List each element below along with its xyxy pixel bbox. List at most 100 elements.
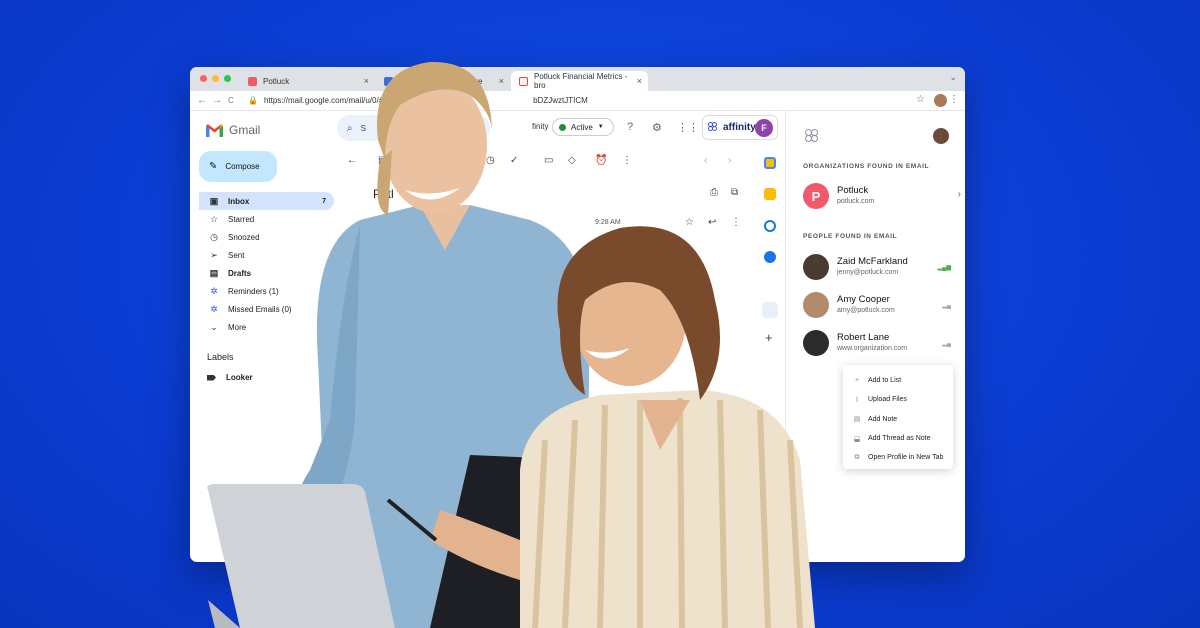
person-row[interactable]: Amy Cooper amy@potluck.com ▂▄ <box>803 292 953 318</box>
minimize-window-button[interactable] <box>212 75 219 82</box>
menu-item-open-profile[interactable]: ⧉ Open Profile in New Tab <box>843 448 953 467</box>
nav-item-snoozed[interactable]: ◷ Snoozed <box>199 228 334 246</box>
person-row[interactable]: Zaid McFarkland jenny@potluck.com ▂▄▆ <box>803 254 953 280</box>
tasks-icon[interactable] <box>764 220 776 232</box>
more-icon[interactable]: ⋮ <box>622 155 632 166</box>
menu-item-add-to-list[interactable]: + Add to List <box>843 371 953 390</box>
chevron-right-icon[interactable]: › <box>958 189 961 200</box>
add-task-icon[interactable]: ✓ <box>510 155 518 166</box>
panel-user-avatar[interactable] <box>933 128 949 144</box>
tab-potluck-financial-metrics[interactable]: Potluck Financial Metrics - bro × <box>511 71 648 91</box>
affinity-icon: ✲ <box>210 285 218 296</box>
label-looker[interactable]: Looker <box>207 373 253 382</box>
paperclip-icon: ⌇ <box>855 396 859 404</box>
menu-label: Add Note <box>868 415 898 423</box>
archive-icon[interactable]: ▤ <box>378 155 387 166</box>
search-icon: ⌕ <box>347 122 353 134</box>
tab-linkedin[interactable]: | Linke × <box>376 71 510 91</box>
status-dropdown[interactable]: Active ▼ <box>552 118 614 136</box>
nav-item-more[interactable]: ⌄ More <box>199 318 334 336</box>
email-body-text: $7,500 ACV <box>373 455 414 464</box>
tab-potluck[interactable]: Potluck × <box>240 71 375 91</box>
email-time: 9:28 AM <box>595 219 621 226</box>
affinity-sidebar-icon[interactable] <box>762 302 778 318</box>
tab-label: Potluck <box>263 76 290 86</box>
gmail-nav: ▣ Inbox 7 ☆ Starred ◷ Snoozed ➢ Sent ▤ Drafts … <box>199 192 334 336</box>
nav-item-inbox[interactable]: ▣ Inbox 7 <box>199 192 334 210</box>
back-button[interactable]: ← <box>197 95 207 106</box>
bookmark-star-icon[interactable]: ☆ <box>916 94 925 105</box>
nav-item-reminders[interactable]: ✲ Reminders (1) <box>199 282 334 300</box>
nav-label: Missed Emails (0) <box>228 304 292 314</box>
apps-grid-icon[interactable]: ⋮⋮ <box>677 121 699 134</box>
url-tail-text: bDZJwztJTICM <box>533 96 588 105</box>
close-tab-icon[interactable]: × <box>364 76 369 86</box>
compose-label: Compose <box>225 162 260 171</box>
inbox-icon: ▣ <box>209 195 219 206</box>
nav-item-drafts[interactable]: ▤ Drafts <box>199 264 334 282</box>
chevron-down-icon: ⌄ <box>210 321 218 332</box>
next-email-icon[interactable]: › <box>728 155 731 166</box>
email-body-text: A <box>373 377 379 386</box>
reminder-alarm-icon[interactable]: ⏰ <box>595 155 607 166</box>
nav-label: Drafts <box>228 268 252 278</box>
forward-button[interactable]: → <box>212 95 222 106</box>
keep-icon[interactable] <box>764 188 776 200</box>
nav-item-sent[interactable]: ➢ Sent <box>199 246 334 264</box>
signal-bars-icon: ▂▄▆ <box>937 265 951 271</box>
status-label: Active <box>571 122 593 132</box>
tab-label: | Linke <box>459 76 483 86</box>
email-subject: Potl <box>373 187 394 201</box>
org-domain: potluck.com <box>837 198 875 205</box>
help-icon[interactable]: ? <box>627 121 633 133</box>
snooze-icon[interactable]: ◷ <box>486 155 495 166</box>
calendar-icon[interactable] <box>764 157 776 169</box>
search-bar[interactable]: ⌕ S <box>337 115 490 141</box>
search-input[interactable]: S <box>361 124 366 133</box>
email-more-icon[interactable]: ⋮ <box>731 217 741 228</box>
draft-icon: ▤ <box>209 267 219 278</box>
tab-list-chevron-icon[interactable]: ⌄ <box>949 72 957 83</box>
move-to-icon[interactable]: ▭ <box>544 155 553 166</box>
label-icon[interactable]: ◇ <box>568 155 576 166</box>
person-row[interactable]: Robert Lane www.organization.com ▂▄ <box>803 330 953 356</box>
org-name: Potluck <box>837 185 869 196</box>
profile-avatar[interactable] <box>934 94 947 107</box>
url-field[interactable]: 🔒 https://mail.google.com/mail/u/0/# bDZJw… <box>248 96 588 105</box>
maximize-window-button[interactable] <box>224 75 231 82</box>
affinity-button[interactable]: affinity F <box>702 115 778 140</box>
close-tab-icon[interactable]: × <box>637 76 642 86</box>
back-arrow-icon[interactable]: ← <box>347 155 357 166</box>
open-new-window-icon[interactable]: ⧉ <box>731 187 738 198</box>
browser-menu-icon[interactable]: ⋮ <box>949 94 959 105</box>
nav-item-starred[interactable]: ☆ Starred <box>199 210 334 228</box>
print-icon[interactable]: ⎙ <box>710 187 718 198</box>
affinity-label: affinity <box>723 122 756 133</box>
menu-item-add-thread-as-note[interactable]: ⬓ Add Thread as Note <box>843 429 953 448</box>
compose-button[interactable]: ✎ Compose <box>199 151 277 182</box>
reply-icon[interactable]: ↩ <box>708 217 716 228</box>
user-avatar[interactable]: F <box>755 119 773 137</box>
contacts-icon[interactable] <box>764 251 776 263</box>
person-avatar <box>803 254 829 280</box>
prev-email-icon[interactable]: ‹ <box>704 155 707 166</box>
person-email: www.organization.com <box>837 345 908 352</box>
person-email: jenny@potluck.com <box>837 269 899 276</box>
reload-button[interactable]: C <box>228 96 234 105</box>
nav-item-missed-emails[interactable]: ✲ Missed Emails (0) <box>199 300 334 318</box>
add-addon-icon[interactable]: + <box>765 330 773 345</box>
docs-favicon-icon <box>384 76 393 86</box>
gmail-logo[interactable]: Gmail <box>206 123 260 137</box>
org-row-potluck[interactable]: P Potluck potluck.com › <box>803 183 961 209</box>
menu-label: Add to List <box>868 377 902 385</box>
star-email-icon[interactable]: ☆ <box>685 217 694 228</box>
close-tab-icon[interactable]: × <box>499 76 504 86</box>
menu-item-add-note[interactable]: ▤ Add Note <box>843 410 953 429</box>
nav-label: Sent <box>228 250 245 260</box>
menu-label: Open Profile in New Tab <box>868 454 944 462</box>
star-icon: ☆ <box>209 213 219 224</box>
close-window-button[interactable] <box>200 75 207 82</box>
menu-item-upload-files[interactable]: ⌇ Upload Files <box>843 390 953 409</box>
gmail-wordmark: Gmail <box>229 123 261 137</box>
settings-gear-icon[interactable]: ⚙ <box>652 121 662 134</box>
